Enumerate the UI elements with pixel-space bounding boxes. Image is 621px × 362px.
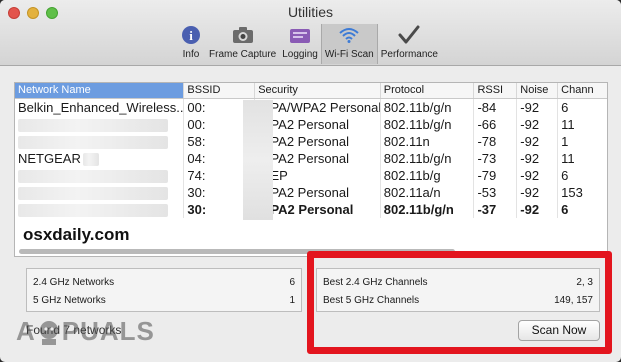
redacted-name [15, 133, 185, 150]
utilities-window: Utilities i Info Frame Capture Logging W… [0, 0, 621, 362]
table-row[interactable]: 30: WPA2 Personal 802.11b/g/n -37 -92 6 [15, 201, 607, 218]
mascot-icon [39, 320, 58, 345]
table-row[interactable]: Belkin_Enhanced_Wireless... 00: WPA/WPA2… [15, 99, 607, 116]
column-channel[interactable]: Chann [558, 83, 607, 98]
window-title: Utilities [287, 4, 334, 20]
toolbar-logging[interactable]: Logging [279, 24, 321, 64]
info-icon: i [179, 24, 203, 46]
toolbar-wifi-scan[interactable]: Wi-Fi Scan [320, 24, 378, 64]
performance-icon [397, 24, 421, 46]
red-highlight-box [307, 251, 612, 354]
redacted-name [15, 201, 185, 218]
network-summary-panel: 2.4 GHz Networks 6 5 GHz Networks 1 [26, 268, 302, 312]
column-security[interactable]: Security [255, 83, 381, 98]
table-row[interactable]: 58: WPA2 Personal 802.11n -78 -92 1 [15, 133, 607, 150]
column-network-name[interactable]: Network Name [15, 83, 185, 98]
ghz24-networks-label: 2.4 GHz Networks [33, 277, 115, 288]
column-noise[interactable]: Noise [517, 83, 559, 98]
toolbar: i Info Frame Capture Logging Wi-Fi Scan … [176, 24, 441, 64]
column-bssid[interactable]: BSSID [184, 83, 256, 98]
svg-text:i: i [189, 28, 193, 43]
toolbar-info[interactable]: i Info [176, 24, 206, 64]
watermark-text: osxdaily.com [23, 225, 130, 244]
redacted-name [15, 116, 185, 133]
wifi-icon [337, 24, 361, 46]
column-protocol[interactable]: Protocol [381, 83, 475, 98]
redacted-name [15, 184, 185, 201]
appuals-logo: A PUALS [16, 316, 155, 346]
title-bar: Utilities i Info Frame Capture Logging W… [0, 0, 621, 66]
logging-icon [288, 24, 312, 46]
table-row[interactable]: 00: WPA2 Personal 802.11b/g/n -66 -92 11 [15, 116, 607, 133]
table-row[interactable]: NETGEAR 04: WPA2 Personal 802.11b/g/n -7… [15, 150, 607, 167]
wifi-networks-table[interactable]: Network Name BSSID Security Protocol RSS… [14, 82, 608, 257]
toolbar-frame-capture[interactable]: Frame Capture [206, 24, 279, 64]
ghz5-networks-count: 1 [289, 295, 295, 306]
table-row[interactable]: 74: WEP 802.11b/g -79 -92 6 [15, 167, 607, 184]
table-row[interactable]: 30: WPA2 Personal 802.11a/n -53 -92 153 [15, 184, 607, 201]
camera-icon [231, 24, 255, 46]
redacted-suffix [82, 153, 99, 167]
redacted-bssid-area [243, 100, 273, 220]
ghz5-networks-label: 5 GHz Networks [33, 295, 106, 306]
redacted-name [15, 167, 185, 184]
toolbar-performance[interactable]: Performance [378, 24, 441, 64]
ghz24-networks-count: 6 [289, 277, 295, 288]
column-rssi[interactable]: RSSI [474, 83, 518, 98]
table-header: Network Name BSSID Security Protocol RSS… [15, 83, 607, 99]
